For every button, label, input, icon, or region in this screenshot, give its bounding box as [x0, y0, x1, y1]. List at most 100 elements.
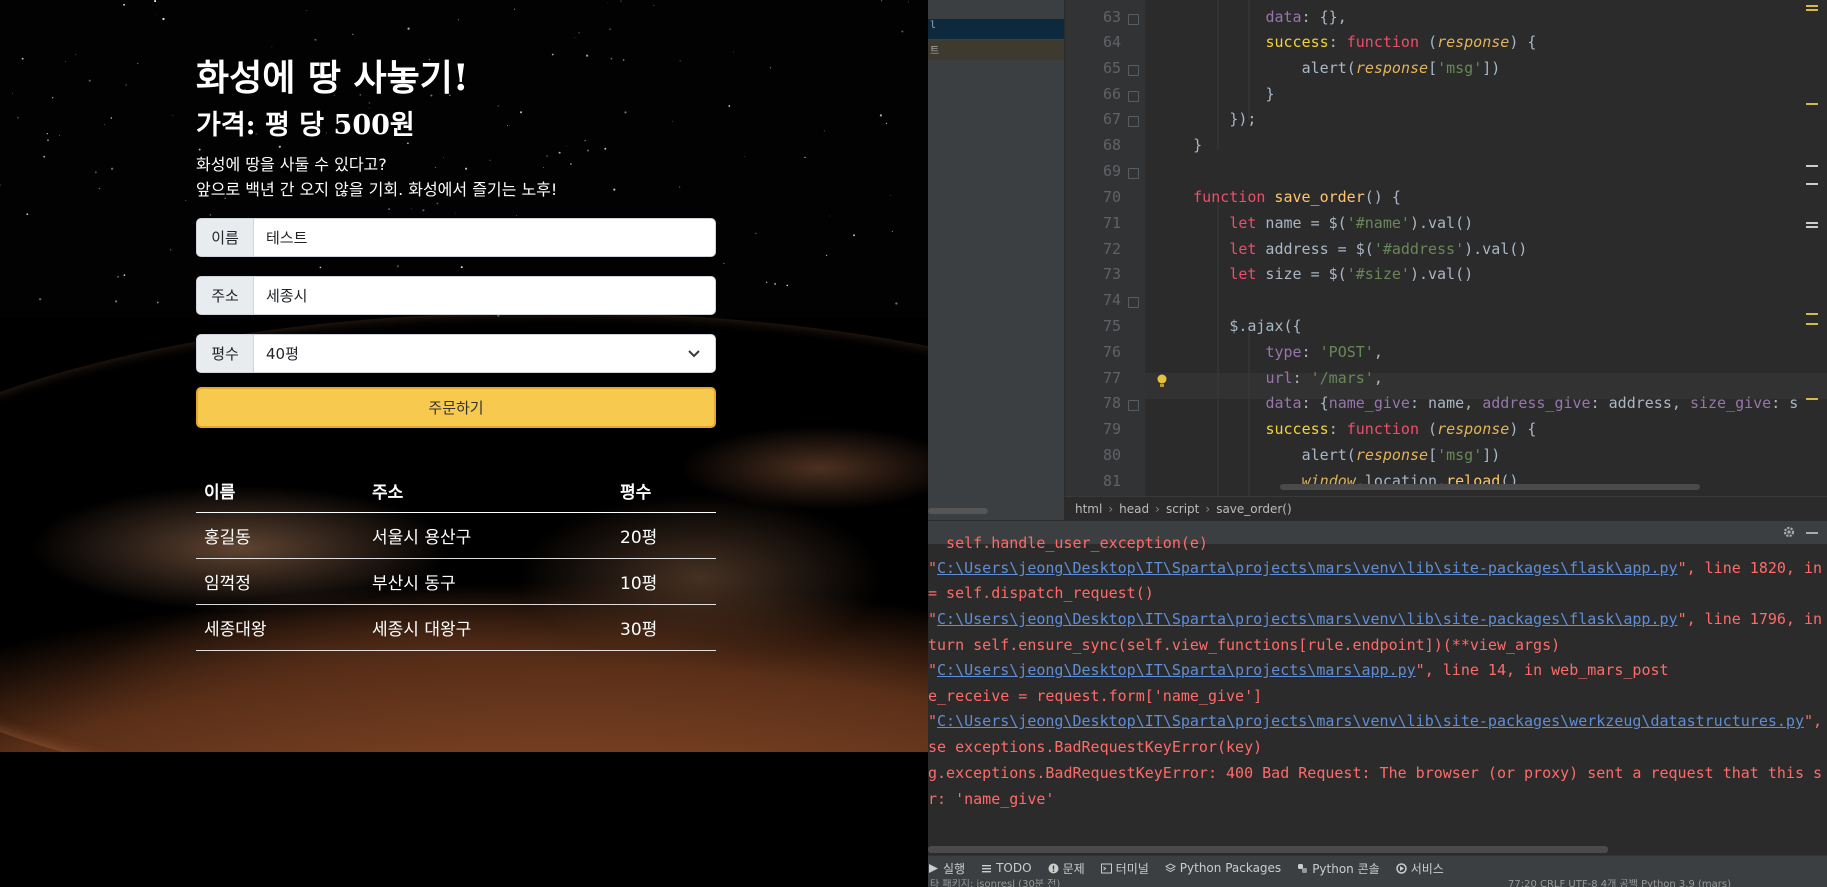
- line-number: 70: [1102, 188, 1121, 206]
- address-label: 주소: [197, 277, 254, 314]
- project-selected-row[interactable]: [928, 19, 1064, 39]
- code-line: url: '/mars',: [1265, 0, 1382, 2]
- code-token: 'msg': [1437, 446, 1483, 464]
- stripe-marker[interactable]: [1806, 183, 1818, 185]
- console-file-link[interactable]: C:\Users\jeong\Desktop\IT\Sparta\project…: [937, 661, 1416, 679]
- project-scrollbar[interactable]: [928, 508, 988, 514]
- stripe-marker[interactable]: [1806, 165, 1818, 167]
- stripe-marker[interactable]: [1806, 5, 1818, 7]
- console-file-link[interactable]: C:\Users\jeong\Desktop\IT\Sparta\project…: [937, 712, 1804, 730]
- fold-marker-icon[interactable]: [1128, 91, 1139, 102]
- stripe-marker[interactable]: [1806, 9, 1818, 11]
- code-token: () {: [1364, 188, 1401, 206]
- console-file-link[interactable]: C:\Users\jeong\Desktop\IT\Sparta\project…: [937, 610, 1678, 628]
- address-input[interactable]: [254, 277, 715, 314]
- page-title: 화성에 땅 사놓기!: [196, 57, 469, 99]
- code-token: :: [1301, 343, 1320, 361]
- fold-marker-icon[interactable]: [1128, 116, 1139, 127]
- breadcrumb-item[interactable]: html: [1075, 502, 1102, 516]
- lightbulb-icon[interactable]: [1156, 374, 1168, 388]
- tab-label: Python 콘솔: [1312, 861, 1380, 876]
- line-number: 66: [1102, 85, 1121, 103]
- code-line: let size = $('#size').val(): [1229, 265, 1473, 283]
- services-icon: [1395, 862, 1407, 874]
- order-button[interactable]: 주문하기: [196, 387, 716, 428]
- breadcrumb-item[interactable]: head: [1119, 502, 1149, 516]
- code-line: success: function (response) {: [1265, 33, 1536, 51]
- code-token: response: [1355, 59, 1429, 77]
- code-token: size_give: [1689, 394, 1772, 412]
- code-token: success: [1265, 33, 1329, 51]
- run-console[interactable]: self.handle_user_exception(e) "C:\Users\…: [928, 534, 1827, 860]
- code-token: :: [1328, 420, 1347, 438]
- breadcrumb-item[interactable]: script: [1166, 502, 1199, 516]
- code-token: let: [1229, 265, 1257, 283]
- console-line: "C:\Users\jeong\Desktop\IT\Sparta\projec…: [928, 610, 1823, 628]
- project-row[interactable]: [928, 40, 1064, 60]
- description: 화성에 땅을 사둘 수 있다고? 앞으로 백년 간 오지 않을 기회. 화성에서…: [196, 152, 716, 202]
- tab-todo[interactable]: TODO: [981, 861, 1032, 875]
- code-token: function: [1346, 33, 1419, 51]
- code-token: size = $(: [1256, 265, 1347, 283]
- code-token: alert(: [1301, 446, 1356, 464]
- stripe-marker[interactable]: [1806, 398, 1818, 400]
- breadcrumb-item[interactable]: save_order(): [1216, 502, 1291, 516]
- fold-marker-icon[interactable]: [1128, 14, 1139, 25]
- code-token: (: [1419, 33, 1438, 51]
- code-token: function: [1193, 188, 1266, 206]
- console-file-link[interactable]: C:\Users\jeong\Desktop\IT\Sparta\project…: [937, 559, 1678, 577]
- tab-python-packages[interactable]: Python Packages: [1164, 861, 1281, 875]
- tab-python-console[interactable]: Python 콘솔: [1297, 860, 1380, 877]
- table-row: 홍길동 서울시 용산구 20평: [196, 512, 716, 559]
- console-line: turn self.ensure_sync(self.view_function…: [928, 636, 1561, 654]
- size-label: 평수: [197, 335, 254, 372]
- stripe-marker[interactable]: [1806, 226, 1818, 228]
- web-page: 화성에 땅 사놓기! 가격: 평 당 500원 화성에 땅을 사둘 수 있다고?…: [0, 0, 928, 887]
- code-token: : {},: [1301, 8, 1347, 26]
- code-token: data: [1265, 8, 1302, 26]
- cell-name: 임꺽정: [196, 558, 364, 605]
- order-content: 화성에 땅 사놓기! 가격: 평 당 500원 화성에 땅을 사둘 수 있다고?…: [196, 50, 716, 651]
- code-token: address_give: [1482, 394, 1591, 412]
- tab-problems[interactable]: 문제: [1048, 860, 1085, 877]
- code-line: $.ajax({: [1229, 317, 1301, 335]
- code-token: ,: [1373, 343, 1383, 361]
- code-token: data: [1265, 394, 1302, 412]
- stripe-marker[interactable]: [1806, 103, 1818, 105]
- tab-terminal[interactable]: 터미널: [1100, 860, 1149, 877]
- code-token: :: [1292, 369, 1311, 387]
- size-select[interactable]: 40평: [254, 335, 715, 372]
- fold-marker-icon[interactable]: [1128, 297, 1139, 308]
- fold-marker-icon[interactable]: [1128, 65, 1139, 76]
- line-number: 63: [1102, 8, 1121, 26]
- price-heading: 가격: 평 당 500원: [196, 110, 415, 141]
- gear-icon[interactable]: [1782, 525, 1796, 539]
- code-token: }: [1193, 136, 1203, 154]
- fold-marker-icon[interactable]: [1128, 168, 1139, 179]
- code-token: response: [1355, 446, 1429, 464]
- stripe-marker[interactable]: [1806, 313, 1818, 315]
- breadcrumb: html › head › script › save_order(): [1065, 496, 1827, 520]
- minimize-icon[interactable]: [1806, 532, 1818, 534]
- console-horizontal-scrollbar[interactable]: [928, 846, 1608, 853]
- status-bar: 타 패키지: jsonresl (30분 전) 77:20 CRLF UTF-8…: [928, 879, 1827, 887]
- tab-services[interactable]: 서비스: [1395, 860, 1444, 877]
- code-editor[interactable]: 63 64 65 66 67 68 69 70 71 72 73 74 75 76 77 78 79 80 81 u…: [1065, 0, 1827, 496]
- list-icon: [982, 864, 992, 872]
- status-right[interactable]: 77:20 CRLF UTF-8 4개 공백 Python 3.9 (mars): [1508, 879, 1731, 887]
- name-input[interactable]: [254, 219, 715, 256]
- stripe-marker[interactable]: [1806, 323, 1818, 325]
- stripe-marker[interactable]: [1806, 222, 1818, 224]
- tab-run[interactable]: 실행: [928, 860, 965, 877]
- code-line: data: {},: [1265, 8, 1346, 26]
- line-gutter: 63 64 65 66 67 68 69 70 71 72 73 74 75 76 77 78 79 80 81: [1065, 0, 1145, 496]
- editor-horizontal-scrollbar[interactable]: [1280, 484, 1700, 490]
- page-bottom-area: [0, 752, 928, 887]
- fold-marker-icon[interactable]: [1128, 400, 1139, 411]
- code-token: response: [1437, 420, 1510, 438]
- code-token: ,: [1373, 369, 1383, 387]
- line-number: 80: [1102, 446, 1121, 464]
- line-number: 69: [1102, 162, 1121, 180]
- project-panel[interactable]: l 트: [928, 0, 1065, 520]
- info-icon: [1048, 863, 1059, 873]
